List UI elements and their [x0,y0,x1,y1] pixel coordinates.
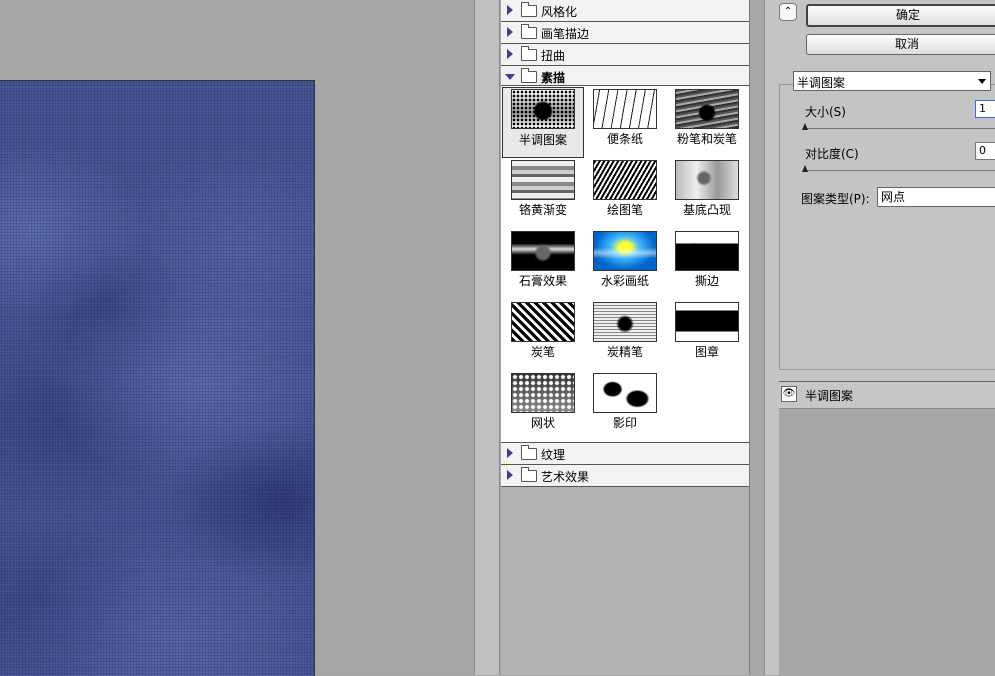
filter-label: 基底凸现 [682,203,731,217]
filter-label: 绘图笔 [606,203,643,217]
size-input[interactable]: 1 [975,100,995,118]
filter-thumb-plaster[interactable]: 石膏效果 [502,229,584,300]
folder-icon [521,2,537,17]
expand-arrow-icon[interactable] [507,27,513,37]
expand-arrow-icon[interactable] [507,470,513,480]
pattern-type-select[interactable]: 网点 [877,187,995,207]
effect-layers-panel: 👁 半调图案 [779,381,995,676]
filter-label: 撕边 [694,274,719,288]
collapse-gallery-button[interactable]: ⌃ [779,3,797,21]
filter-label: 便条纸 [606,132,643,146]
expand-arrow-icon[interactable] [507,5,513,15]
category-label: 素描 [541,71,566,85]
effect-layer-label: 半调图案 [805,389,854,403]
filter-label: 半调图案 [518,133,567,147]
photocopy-thumbnail [593,373,657,413]
note-paper-thumbnail [593,89,657,129]
filter-thumb-halftone-pattern[interactable]: 半调图案 [502,87,584,158]
filter-label: 图章 [694,345,719,359]
category-artistic[interactable]: 艺术效果 [501,465,749,487]
folder-icon [521,46,537,61]
category-stylize[interactable]: 风格化 [501,0,749,22]
stamp-thumbnail [675,302,739,342]
plaster-thumbnail [511,231,575,271]
folder-icon [521,24,537,39]
halftone-pattern-thumbnail [511,89,575,129]
charcoal-thumbnail [511,302,575,342]
filter-thumb-torn-edges[interactable]: 撕边 [666,229,748,300]
reticulation-thumbnail [511,373,575,413]
conte-crayon-thumbnail [593,302,657,342]
folder-icon [521,467,537,482]
ok-button[interactable]: 确定 [806,4,995,27]
double-chevron-up-icon: ⌃ [783,6,793,17]
expand-arrow-icon[interactable] [507,448,513,458]
category-label: 艺术效果 [541,470,590,484]
filter-thumbnail-grid: 半调图案 便条纸 粉笔和炭笔 铬黄渐变 绘图笔 基底凸现 石膏效果 水彩画纸 撕… [501,86,749,443]
size-slider-track[interactable] [804,128,995,129]
filter-thumb-stamp[interactable]: 图章 [666,300,748,371]
filter-thumb-chrome[interactable]: 铬黄渐变 [502,158,584,229]
collapse-arrow-icon[interactable] [505,74,515,80]
filter-type-select[interactable]: 半调图案 [793,71,991,91]
filter-label: 粉笔和炭笔 [676,132,737,146]
filter-thumb-photocopy[interactable]: 影印 [584,371,666,442]
chrome-thumbnail [511,160,575,200]
dropdown-caret-icon [978,79,986,84]
pattern-type-label: 图案类型(P): [801,192,870,206]
category-sketch[interactable]: 素描 [501,66,749,86]
category-brush-strokes[interactable]: 画笔描边 [501,22,749,44]
cancel-button[interactable]: 取消 [806,34,995,55]
category-label: 风格化 [541,5,578,19]
size-label: 大小(S) [805,105,846,119]
filter-label: 网状 [530,416,555,430]
category-texture[interactable]: 纹理 [501,443,749,465]
graphic-pen-thumbnail [593,160,657,200]
filter-label: 石膏效果 [518,274,567,288]
panel-divider[interactable] [474,0,500,675]
contrast-label: 对比度(C) [805,147,859,161]
filter-thumb-bas-relief[interactable]: 基底凸现 [666,158,748,229]
filter-label: 水彩画纸 [600,274,649,288]
preview-image[interactable] [0,80,315,676]
chalk-charcoal-thumbnail [675,89,739,129]
filter-thumb-charcoal[interactable]: 炭笔 [502,300,584,371]
size-slider-thumb[interactable] [802,123,808,130]
filter-label: 铬黄渐变 [518,203,567,217]
category-label: 纹理 [541,448,566,462]
expand-arrow-icon[interactable] [507,49,513,59]
folder-icon [521,445,537,460]
filter-label: 影印 [612,416,637,430]
bas-relief-thumbnail [675,160,739,200]
filter-thumb-chalk-charcoal[interactable]: 粉笔和炭笔 [666,87,748,158]
filter-thumb-note-paper[interactable]: 便条纸 [584,87,666,158]
contrast-input[interactable]: 0 [975,142,995,160]
category-distort[interactable]: 扭曲 [501,44,749,66]
filter-label: 炭精笔 [606,345,643,359]
eye-visibility-icon[interactable]: 👁 [781,386,797,402]
preview-area [0,0,474,676]
filter-parameters: 大小(S) 1 对比度(C) 0 图案类型(P): 网点 [779,84,995,370]
category-label: 扭曲 [541,49,566,63]
filter-settings-panel: ⌃ 确定 取消 大小(S) 1 对比度(C) 0 图案类型(P): 网点 半调图… [764,0,995,676]
filter-thumb-graphic-pen[interactable]: 绘图笔 [584,158,666,229]
water-paper-thumbnail [593,231,657,271]
effect-layer-row[interactable]: 👁 半调图案 [779,382,995,409]
filter-thumb-water-paper[interactable]: 水彩画纸 [584,229,666,300]
filter-gallery: 风格化 画笔描边 扭曲 素描 半调图案 便条纸 粉笔和炭笔 铬黄渐变 绘图笔 基… [501,0,750,675]
torn-edges-thumbnail [675,231,739,271]
contrast-slider-thumb[interactable] [802,165,808,172]
contrast-slider-track[interactable] [804,170,995,171]
filter-thumb-reticulation[interactable]: 网状 [502,371,584,442]
category-label: 画笔描边 [541,27,590,41]
open-folder-icon [521,68,537,83]
filter-label: 炭笔 [530,345,555,359]
filter-select-value: 半调图案 [797,76,846,90]
filter-thumb-conte-crayon[interactable]: 炭精笔 [584,300,666,371]
